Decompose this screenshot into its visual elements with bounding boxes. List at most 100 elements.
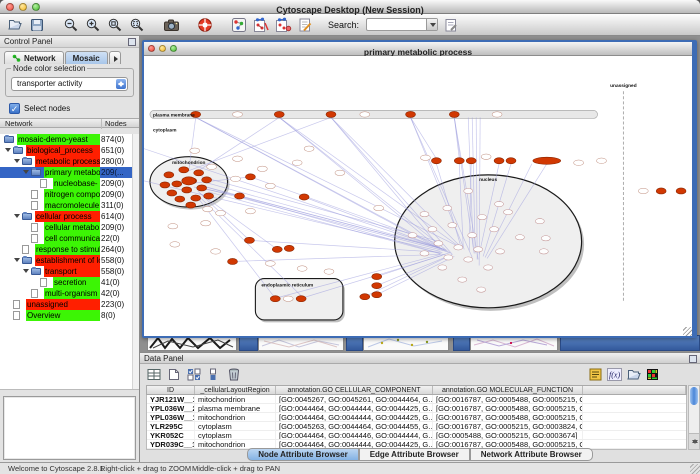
new-attribute-icon[interactable]	[166, 367, 181, 382]
delete-attribute-icon[interactable]	[226, 367, 241, 382]
node[interactable]	[478, 215, 487, 220]
tree-row[interactable]: Overview8(0)	[0, 310, 139, 321]
node-color-dropdown[interactable]: transporter activity	[11, 77, 128, 91]
selected-node[interactable]	[506, 158, 516, 164]
node[interactable]	[477, 287, 486, 292]
node[interactable]	[190, 148, 200, 153]
node[interactable]	[515, 235, 524, 240]
selected-node[interactable]	[175, 196, 185, 202]
node[interactable]	[539, 249, 548, 254]
node[interactable]	[203, 206, 213, 211]
node[interactable]	[297, 266, 307, 271]
node[interactable]	[434, 241, 443, 246]
selected-node[interactable]	[197, 185, 207, 191]
selected-node[interactable]	[360, 294, 370, 300]
selected-node[interactable]	[656, 188, 666, 194]
selected-node[interactable]	[186, 202, 196, 208]
tree-row[interactable]: nitrogen compo209(0)	[0, 189, 139, 200]
node[interactable]	[464, 188, 473, 193]
function-builder-icon[interactable]: f(x)	[607, 367, 622, 382]
selected-node[interactable]	[235, 193, 245, 199]
tree-row[interactable]: biological_process651(0)	[0, 145, 139, 156]
annotation-icon[interactable]	[296, 16, 314, 34]
save-session-icon[interactable]	[28, 16, 46, 34]
node[interactable]	[168, 223, 178, 228]
tab-overflow-icon[interactable]	[109, 51, 121, 64]
selected-node[interactable]	[296, 296, 306, 302]
node[interactable]	[257, 166, 267, 171]
tree-row[interactable]: primary metabo209(...	[0, 167, 139, 178]
browser-tab-2[interactable]: Edge Attribute Browser	[359, 448, 470, 461]
tree-row[interactable]: macromolecule311(0)	[0, 200, 139, 211]
node[interactable]	[324, 269, 334, 274]
selected-node[interactable]	[676, 188, 686, 194]
table-icon[interactable]	[146, 367, 161, 382]
node[interactable]	[541, 236, 550, 241]
select-nodes-checkbox[interactable]	[9, 103, 20, 114]
selected-node[interactable]	[299, 194, 309, 200]
table-row[interactable]: YKR052Ccytoplasm[GO:0044464, GO:0044446,…	[147, 431, 686, 440]
zoom-window-icon[interactable]	[32, 3, 40, 11]
tab-network[interactable]: Network	[4, 51, 64, 64]
selected-node[interactable]	[494, 158, 504, 164]
attribute-list-icon[interactable]	[588, 367, 603, 382]
snapshot-icon[interactable]	[162, 16, 180, 34]
selected-node[interactable]	[167, 190, 177, 196]
browser-tab-1[interactable]: Node Attribute Browser	[247, 448, 359, 461]
expand-arrow-icon[interactable]	[23, 269, 29, 276]
node[interactable]	[216, 210, 226, 215]
tree-row[interactable]: cellular metabo209(0)	[0, 222, 139, 233]
node[interactable]	[231, 176, 241, 181]
node[interactable]	[454, 245, 463, 250]
tree-row[interactable]: establishment of lo558(0)	[0, 255, 139, 266]
frame-close-icon[interactable]	[148, 45, 155, 52]
node[interactable]	[420, 251, 429, 256]
node[interactable]	[458, 277, 467, 282]
search-config-icon[interactable]	[442, 16, 460, 34]
tree-row[interactable]: response to stimul264(0)	[0, 244, 139, 255]
node[interactable]	[444, 255, 453, 260]
tree-row[interactable]: mosaic-demo-yeast874(0)	[0, 134, 139, 145]
float-panel-icon[interactable]	[689, 355, 697, 363]
selected-node[interactable]	[228, 258, 238, 264]
window-titlebar[interactable]: Cytoscape Desktop (New Session)	[0, 0, 700, 14]
node[interactable]	[408, 233, 417, 238]
birdseye-view[interactable]	[3, 396, 136, 460]
node[interactable]	[638, 188, 648, 193]
selected-node[interactable]	[270, 296, 280, 302]
select-attributes-icon[interactable]	[186, 367, 201, 382]
node[interactable]	[201, 220, 211, 225]
selected-node[interactable]	[182, 177, 196, 185]
selected-node[interactable]	[406, 111, 416, 117]
zoom-selected-icon[interactable]	[106, 16, 124, 34]
tree-row[interactable]: nucleobase-209(0)	[0, 178, 139, 189]
table-row[interactable]: YJR121W__1mitochondrion[GO:0045267, GO:0…	[147, 395, 686, 404]
frame-resize-grip-icon[interactable]	[683, 327, 692, 336]
tree-row[interactable]: multi-organism pro42(0)	[0, 288, 139, 299]
selected-node[interactable]	[372, 292, 382, 298]
selected-node[interactable]	[172, 181, 182, 187]
node[interactable]	[265, 183, 275, 188]
node[interactable]	[490, 227, 499, 232]
selected-node[interactable]	[326, 111, 336, 117]
selected-node[interactable]	[191, 195, 201, 201]
open-session-icon[interactable]	[6, 16, 24, 34]
node[interactable]	[574, 160, 584, 165]
selected-node[interactable]	[244, 237, 254, 243]
expand-arrow-icon[interactable]	[14, 258, 20, 265]
attribute-matrix-icon[interactable]	[645, 367, 660, 382]
table-row[interactable]: YPL036W__2plasma membrane[GO:0044464, GO…	[147, 404, 686, 413]
search-input[interactable]	[366, 18, 438, 31]
import-attributes-icon[interactable]	[626, 367, 641, 382]
scrollbar-thumb[interactable]	[690, 387, 698, 405]
node[interactable]	[170, 242, 180, 247]
browser-tab-3[interactable]: Network Attribute Browser	[470, 448, 593, 461]
minimize-window-icon[interactable]	[19, 3, 27, 11]
selected-node[interactable]	[245, 174, 255, 180]
node[interactable]	[438, 265, 447, 270]
zoom-fit-icon[interactable]	[128, 16, 146, 34]
node[interactable]	[495, 201, 504, 206]
create-network-view-icon[interactable]	[274, 16, 292, 34]
selected-node[interactable]	[284, 245, 294, 251]
node[interactable]	[335, 170, 345, 175]
